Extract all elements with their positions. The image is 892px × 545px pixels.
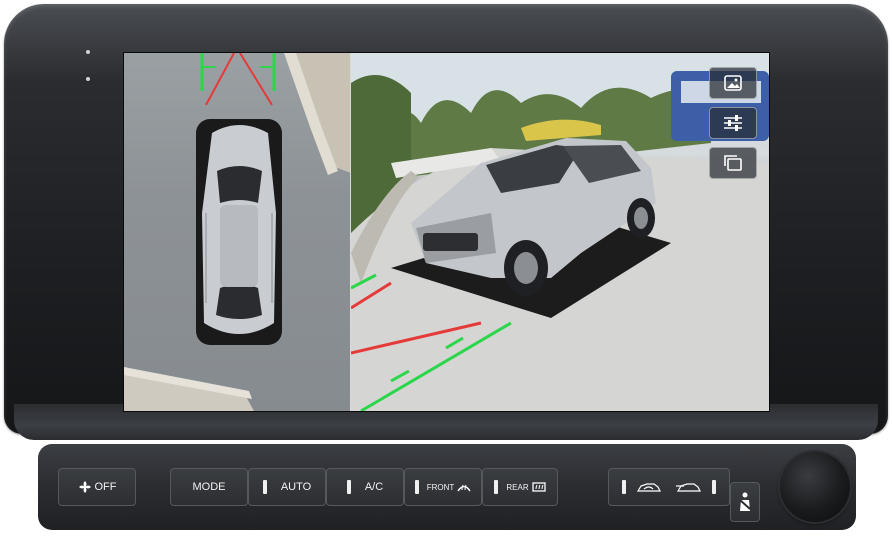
guide-line-red-right (239, 53, 273, 106)
fan-off-button[interactable]: OFF (58, 468, 136, 506)
view-switch-icon (724, 155, 742, 171)
front-defrost-icon (457, 484, 471, 492)
ac-indicator (346, 480, 351, 494)
indicator-led (86, 77, 90, 81)
front-label: FRONT (426, 482, 455, 492)
seatbelt-icon (739, 492, 751, 511)
rear-defrost-icon (531, 482, 546, 492)
rear-defrost-button[interactable]: REAR (482, 468, 558, 506)
air-recirculation-button[interactable] (608, 468, 730, 506)
fan-off-label: OFF (94, 481, 117, 493)
mode-label: MODE (192, 481, 226, 493)
seatbelt-button[interactable] (730, 482, 760, 522)
gallery-button[interactable] (709, 67, 757, 99)
fan-icon (78, 481, 91, 493)
fresh-air-car-icon (676, 483, 701, 492)
settings-button[interactable] (709, 107, 757, 139)
ac-button[interactable]: A/C (326, 468, 404, 506)
car-top-view (202, 125, 276, 334)
birds-eye-view[interactable] (124, 53, 351, 411)
recirculate-car-icon (636, 483, 661, 492)
switch-view-button[interactable] (709, 147, 757, 179)
camera-screen (123, 52, 770, 412)
recirc-indicator (622, 480, 626, 494)
volume-knob[interactable] (780, 452, 850, 522)
front-defrost-indicator (414, 480, 419, 494)
auto-indicator (262, 480, 267, 494)
ac-label: A/C (364, 481, 384, 493)
image-icon (724, 75, 742, 91)
sliders-icon (724, 115, 742, 131)
rear-label: REAR (506, 482, 529, 492)
auto-button[interactable]: AUTO (248, 468, 326, 506)
mode-button[interactable]: MODE (170, 468, 248, 506)
volume-down-label: VOL- (748, 448, 772, 459)
perspective-3d-view[interactable] (351, 53, 769, 411)
rear-defrost-indicator (494, 480, 499, 494)
front-defrost-button[interactable]: FRONT (404, 468, 482, 506)
auto-label: AUTO (280, 481, 312, 493)
perspective-scene (351, 53, 769, 411)
birds-eye-scene (124, 53, 351, 411)
indicator-led (86, 50, 90, 54)
fresh-air-indicator (712, 480, 716, 494)
guide-line-red-left (205, 53, 235, 106)
